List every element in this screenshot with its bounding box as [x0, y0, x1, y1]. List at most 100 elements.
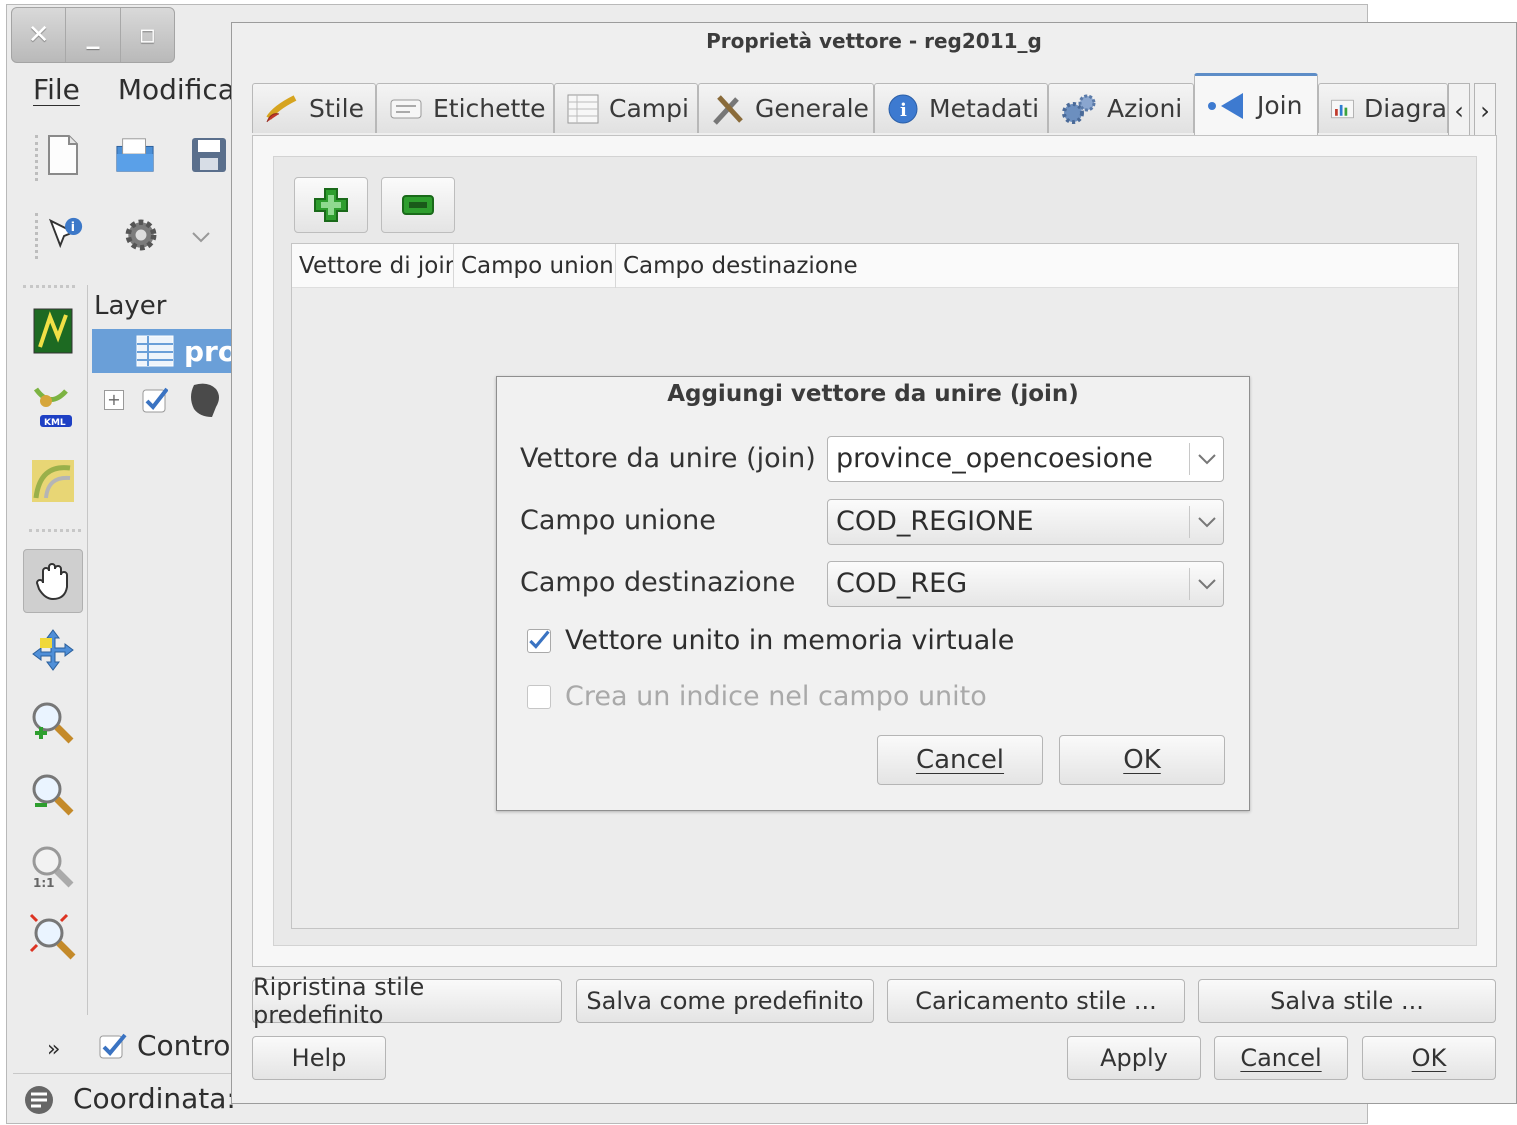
tab-scroll-left-icon[interactable]: ‹: [1448, 83, 1470, 139]
create-index-option[interactable]: Crea un indice nel campo unito: [527, 681, 987, 712]
layer-item-selected[interactable]: pro: [92, 329, 242, 373]
tab-join[interactable]: Join: [1194, 73, 1318, 135]
tab-metadati[interactable]: i Metadati: [874, 83, 1048, 133]
menu-file[interactable]: File: [33, 73, 80, 106]
svg-text:i: i: [900, 100, 907, 121]
add-contour-icon[interactable]: [23, 451, 83, 511]
tab-label: Etichette: [433, 94, 546, 123]
chevron-down-icon[interactable]: [1189, 506, 1223, 538]
ok-button[interactable]: OK: [1362, 1036, 1496, 1080]
checkbox-checked-icon[interactable]: [142, 387, 168, 413]
close-icon[interactable]: ✕: [12, 8, 67, 62]
join-layer-value: province_opencoesione: [836, 443, 1153, 474]
collapse-icon[interactable]: »: [47, 1037, 60, 1062]
memory-cache-option[interactable]: Vettore unito in memoria virtuale: [527, 625, 1014, 656]
tab-diagrammi[interactable]: Diagra: [1318, 83, 1448, 133]
zoom-out-icon[interactable]: [23, 765, 83, 825]
tab-label: Metadati: [929, 94, 1040, 123]
tab-scroll-right-icon[interactable]: ›: [1474, 83, 1496, 139]
tab-generale[interactable]: Generale: [698, 83, 874, 133]
svg-text:i: i: [71, 220, 75, 234]
gear-icon[interactable]: [121, 213, 161, 257]
polygon-layer-icon: [191, 383, 219, 417]
pan-to-selection-icon[interactable]: [23, 621, 83, 681]
add-raster-icon[interactable]: [23, 301, 83, 361]
pan-hand-icon[interactable]: [23, 549, 83, 613]
open-folder-icon[interactable]: [115, 133, 155, 177]
layer-item-label: pro: [184, 334, 238, 368]
apply-button[interactable]: Apply: [1067, 1036, 1201, 1080]
target-field-value: COD_REG: [836, 568, 968, 599]
toolbar-grip: [23, 285, 75, 288]
column-header[interactable]: Campo destinazione: [616, 244, 876, 288]
chevron-down-icon[interactable]: [1189, 443, 1223, 475]
menu-modifica[interactable]: Modifica: [118, 73, 235, 106]
add-join-icon: [314, 188, 348, 222]
restore-default-style-button[interactable]: Ripristina stile predefinito: [252, 973, 562, 1029]
remove-join-icon: [402, 195, 434, 215]
chevron-down-icon[interactable]: [181, 215, 221, 259]
target-field-select[interactable]: COD_REG: [827, 561, 1224, 607]
checkbox-checked-icon[interactable]: [99, 1032, 127, 1060]
new-file-icon[interactable]: [43, 133, 83, 177]
table-layer-icon: [136, 335, 174, 367]
layer-item[interactable]: +: [104, 381, 224, 419]
tab-etichette[interactable]: Etichette: [376, 83, 554, 133]
create-index-label: Crea un indice nel campo unito: [565, 681, 987, 712]
column-header[interactable]: Campo unione: [454, 244, 616, 288]
gears-icon: [1062, 94, 1096, 124]
create-index-checkbox[interactable]: [527, 684, 551, 709]
brush-icon: [266, 94, 297, 122]
save-as-default-button[interactable]: Salva come predefinito: [576, 979, 874, 1023]
minimize-icon[interactable]: _: [66, 8, 121, 62]
tab-label: Diagra: [1364, 94, 1447, 123]
toolbar-separator: [35, 213, 38, 259]
control-row: Control: [99, 1029, 238, 1062]
tab-campi[interactable]: Campi: [554, 83, 698, 133]
join-layer-select[interactable]: province_opencoesione: [827, 436, 1224, 482]
join-field-label: Campo unione: [520, 505, 716, 536]
chevron-down-icon[interactable]: [1189, 568, 1223, 600]
tab-label: Join: [1257, 91, 1303, 120]
zoom-native-icon[interactable]: 1:1: [23, 837, 83, 897]
identify-icon[interactable]: i: [45, 213, 85, 257]
join-dialog-title: Aggiungi vettore da unire (join): [667, 381, 1079, 407]
chart-icon: [1331, 99, 1354, 118]
zoom-full-icon[interactable]: [23, 907, 83, 967]
tab-stile[interactable]: Stile: [252, 83, 376, 133]
messages-icon[interactable]: [21, 1082, 57, 1118]
zoom-in-icon[interactable]: [23, 693, 83, 753]
remove-join-button[interactable]: [381, 177, 455, 233]
join-ok-button[interactable]: OK: [1059, 735, 1225, 785]
join-cancel-button[interactable]: Cancel: [877, 735, 1043, 785]
add-join-button[interactable]: [294, 177, 368, 233]
cancel-button[interactable]: Cancel: [1214, 1036, 1348, 1080]
expand-icon[interactable]: +: [104, 390, 124, 410]
svg-text:1:1: 1:1: [33, 876, 55, 890]
join-field-select[interactable]: COD_REGIONE: [827, 499, 1224, 545]
join-field-value: COD_REGIONE: [836, 506, 1034, 537]
checkmark-icon: [529, 630, 550, 649]
target-field-label: Campo destinazione: [520, 567, 796, 598]
svg-text:KML: KML: [44, 418, 66, 428]
tab-label: Generale: [755, 94, 869, 123]
tab-bar: Stile Etichette Campi Generale i Metadat…: [252, 73, 1497, 139]
control-label: Control: [137, 1029, 239, 1062]
tab-label: Stile: [309, 94, 364, 123]
table-icon: [567, 94, 599, 123]
label-icon: [390, 99, 422, 118]
tab-azioni[interactable]: Azioni: [1048, 83, 1194, 133]
memory-cache-label: Vettore unito in memoria virtuale: [565, 625, 1015, 656]
tab-label: Azioni: [1107, 94, 1183, 123]
load-style-button[interactable]: Caricamento stile ...: [887, 979, 1185, 1023]
column-header[interactable]: Vettore di joir: [292, 244, 454, 288]
save-style-button[interactable]: Salva stile ...: [1198, 979, 1496, 1023]
help-button[interactable]: Help: [252, 1036, 386, 1080]
maximize-icon[interactable]: ▫: [121, 8, 174, 62]
save-icon[interactable]: [189, 133, 229, 177]
toolbar-grip: [29, 529, 81, 532]
add-kml-icon[interactable]: KML: [23, 377, 83, 437]
add-join-dialog: Aggiungi vettore da unire (join) Vettore…: [496, 376, 1250, 811]
tools-icon: [713, 94, 743, 125]
memory-cache-checkbox[interactable]: [527, 628, 551, 653]
